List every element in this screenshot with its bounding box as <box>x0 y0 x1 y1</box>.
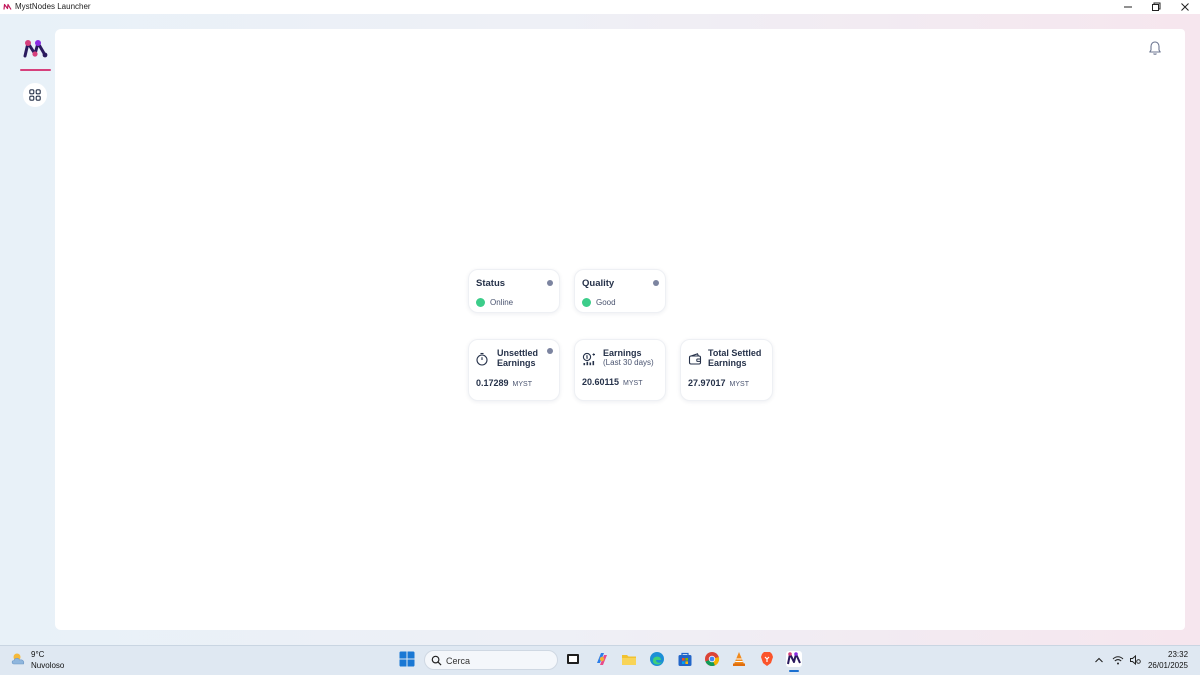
edge-browser-icon[interactable] <box>649 651 665 667</box>
status-card-title: Status <box>476 278 506 289</box>
close-icon <box>1181 3 1189 11</box>
wifi-icon[interactable] <box>1112 654 1124 666</box>
microsoft-store-icon[interactable] <box>677 651 693 667</box>
vlc-player-icon[interactable] <box>731 651 747 667</box>
weather-temperature: 9°C <box>31 650 45 659</box>
main-content <box>55 29 1185 630</box>
wallet-icon <box>688 353 702 365</box>
mystnodes-launcher-taskbar-icon[interactable] <box>786 651 802 667</box>
earnings-30d-card: Earnings (Last 30 days) 20.60115 MYST <box>574 339 666 401</box>
restore-icon <box>1152 2 1161 11</box>
speaker-icon[interactable] <box>1129 654 1141 666</box>
quality-card: Quality Good <box>574 269 666 313</box>
status-card: Status Online <box>468 269 560 313</box>
unsettled-earnings-card: Unsettled Earnings 0.17289 MYST <box>468 339 560 401</box>
clock-time[interactable]: 23:32 <box>1168 650 1188 659</box>
total-settled-value: 27.97017 MYST <box>688 378 749 388</box>
total-settled-title-line2: Earnings <box>708 358 747 368</box>
bell-icon[interactable] <box>1147 40 1163 56</box>
file-explorer-icon[interactable] <box>621 651 637 667</box>
unsettled-title-line1: Unsettled <box>497 348 539 358</box>
close-button[interactable] <box>1170 0 1200 14</box>
task-view-icon[interactable] <box>565 651 581 667</box>
copilot-icon[interactable] <box>594 651 610 667</box>
stopwatch-icon <box>476 352 488 366</box>
search-placeholder: Cerca <box>446 656 471 666</box>
clock-date[interactable]: 26/01/2025 <box>1147 661 1188 670</box>
taskbar-search[interactable]: Cerca <box>424 650 558 670</box>
active-app-indicator <box>789 670 799 672</box>
quality-indicator-dot <box>582 298 591 307</box>
cloudy-weather-icon[interactable] <box>10 651 28 667</box>
minimize-button[interactable] <box>1113 0 1143 14</box>
search-icon <box>431 655 442 666</box>
chevron-up-icon[interactable] <box>1093 654 1105 666</box>
earnings-30d-subtitle: (Last 30 days) <box>603 358 654 367</box>
unit-label: MYST <box>623 380 643 387</box>
unit-label: MYST <box>729 381 749 388</box>
logo-active-indicator <box>20 69 51 71</box>
info-icon[interactable] <box>653 280 659 286</box>
title-bar: MystNodes Launcher <box>0 0 1200 14</box>
earnings-30d-value: 20.60115 MYST <box>582 377 643 387</box>
minimize-icon <box>1124 6 1132 8</box>
dashboard-grid-icon <box>29 89 41 101</box>
coins-chart-icon <box>582 352 595 366</box>
restore-button[interactable] <box>1141 0 1171 14</box>
weather-description: Nuvoloso <box>31 661 65 670</box>
sidebar-item-dashboard[interactable] <box>23 83 47 107</box>
info-icon[interactable] <box>547 348 553 354</box>
quality-card-title: Quality <box>582 278 615 289</box>
unit-label: MYST <box>512 381 532 388</box>
unsettled-earnings-value: 0.17289 MYST <box>476 378 532 388</box>
quality-value: Good <box>596 298 616 307</box>
info-icon[interactable] <box>547 280 553 286</box>
earnings-30d-title: Earnings <box>603 348 642 358</box>
window-title: MystNodes Launcher <box>15 2 91 11</box>
chrome-browser-icon[interactable] <box>704 651 720 667</box>
status-indicator-dot <box>476 298 485 307</box>
windows-start-icon[interactable] <box>399 651 415 667</box>
brave-browser-icon[interactable] <box>759 651 775 667</box>
status-value: Online <box>490 298 514 307</box>
unsettled-title-line2: Earnings <box>497 358 536 368</box>
total-settled-title-line1: Total Settled <box>708 348 762 358</box>
total-settled-earnings-card: Total Settled Earnings 27.97017 MYST <box>680 339 773 401</box>
mystnodes-logo[interactable] <box>22 39 48 59</box>
app-icon <box>3 3 12 10</box>
